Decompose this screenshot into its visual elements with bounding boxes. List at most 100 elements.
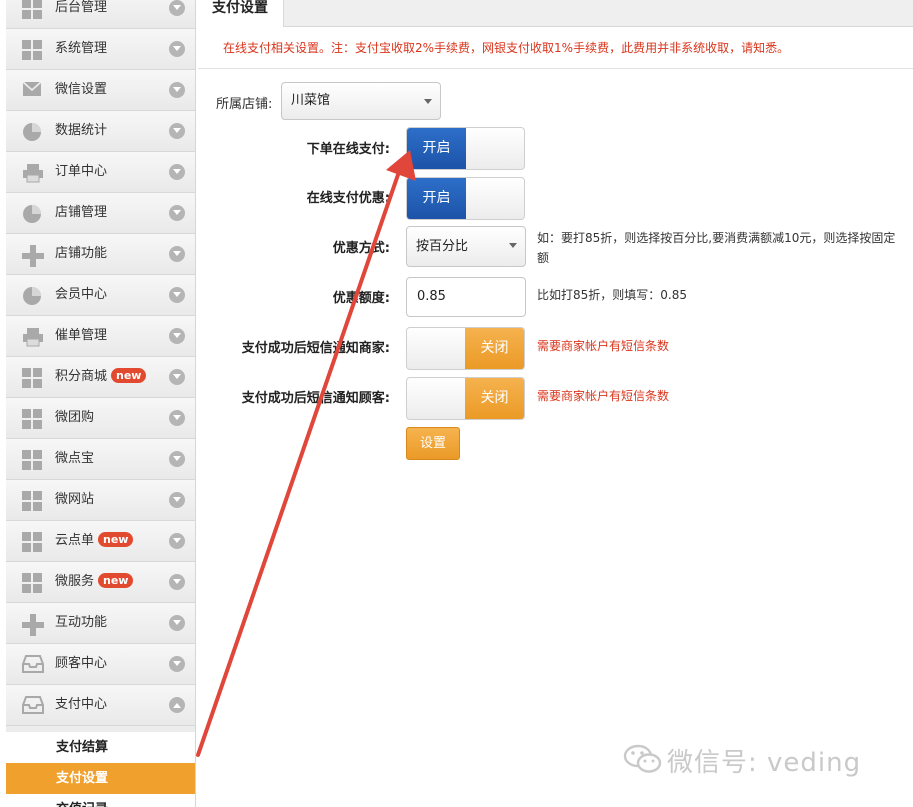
pie-chart-icon [22,286,42,306]
watermark-text: 微信号: veding [667,748,862,778]
sidebar-item[interactable]: 支付中心 [6,685,195,726]
chevron-down-icon[interactable] [169,164,185,180]
sms-merchant-toggle[interactable]: 关闭 [406,327,525,370]
sidebar-item-label: 数据统计 [55,123,108,138]
chevron-down-icon[interactable] [169,123,185,139]
grid-icon [22,491,42,511]
envelope-icon [22,81,42,101]
new-badge: new [98,532,134,547]
sidebar-item-label: 微团购 [55,410,95,425]
discount-mode-select[interactable]: 按百分比 [406,226,526,267]
store-select-value: 川菜馆 [291,93,331,108]
chevron-down-icon[interactable] [169,492,185,508]
sidebar-item-label: 店铺功能 [55,246,108,261]
chevron-down-icon[interactable] [169,287,185,303]
watermark: 微信号: veding [623,742,861,779]
sidebar-item[interactable]: 会员中心 [6,275,195,316]
chevron-down-icon[interactable] [169,205,185,221]
sms-merchant-label: 支付成功后短信通知商家: [241,341,390,356]
sidebar-item[interactable]: 云点单 new [6,521,195,562]
online-discount-label: 在线支付优惠: [306,191,390,206]
sidebar-item[interactable]: 店铺功能 [6,234,195,275]
sidebar-item[interactable]: 顾客中心 [6,644,195,685]
printer-icon [22,163,43,183]
grid-icon [22,0,42,19]
chevron-down-icon[interactable] [169,410,185,426]
chevron-down-icon[interactable] [169,574,185,590]
chevron-down-icon[interactable] [169,41,185,57]
wechat-logo-icon [623,744,662,773]
sidebar-item-label: 微网站 [55,492,95,507]
online-pay-toggle[interactable]: 开启 [406,127,525,170]
chevron-down-icon [509,243,517,248]
sidebar-item-label: 微信设置 [55,82,108,97]
sidebar-item[interactable]: 微网站 [6,480,195,521]
discount-amount-label: 优惠额度: [332,291,390,306]
sidebar-subitem[interactable]: 充值记录 [6,794,195,807]
chevron-down-icon[interactable] [169,369,185,385]
sidebar-item[interactable]: 微服务 new [6,562,195,603]
sidebar-item-label: 云点单 [55,533,95,548]
sidebar-item-label: 系统管理 [55,41,108,56]
sidebar: 后台管理系统管理微信设置数据统计订单中心店铺管理店铺功能会员中心催单管理积分商城… [6,0,196,807]
sidebar-item-label: 支付中心 [55,697,108,712]
new-badge: new [111,368,147,383]
chevron-down-icon[interactable] [169,656,185,672]
store-label: 所属店铺: [216,97,273,112]
sidebar-item-label: 店铺管理 [55,205,108,220]
chevron-up-icon[interactable] [169,697,185,713]
sidebar-subitem[interactable]: 支付结算 [6,732,195,764]
sidebar-item[interactable]: 订单中心 [6,152,195,193]
chevron-down-icon[interactable] [169,246,185,262]
sidebar-item[interactable]: 催单管理 [6,316,195,357]
sidebar-item[interactable]: 微信设置 [6,70,195,111]
sidebar-item[interactable]: 系统管理 [6,29,195,70]
online-discount-toggle[interactable]: 开启 [406,177,525,220]
sidebar-item-label: 会员中心 [55,287,108,302]
sidebar-item-label: 催单管理 [55,328,108,343]
sidebar-item[interactable]: 后台管理 [6,0,195,29]
save-settings-button[interactable]: 设置 [406,427,460,460]
sidebar-item-label: 后台管理 [55,0,108,15]
sidebar-item-label-wrap: 积分商城 new [55,368,147,386]
sidebar-subitem[interactable]: 支付设置 [6,763,195,795]
grid-icon [22,450,42,470]
payment-notice: 在线支付相关设置。注：支付宝收取2%手续费，网银支付收取1%手续费，此费用并非系… [223,41,790,55]
grid-icon [22,409,42,429]
chevron-down-icon[interactable] [169,533,185,549]
sidebar-item-label: 订单中心 [55,164,108,179]
chevron-down-icon [424,99,432,104]
sidebar-item-label: 微点宝 [55,451,95,466]
sidebar-item[interactable]: 微团购 [6,398,195,439]
discount-mode-value: 按百分比 [416,239,469,254]
sidebar-item[interactable]: 微点宝 [6,439,195,480]
chevron-down-icon[interactable] [169,0,185,16]
discount-amount-input[interactable]: 0.85 [406,277,526,317]
sidebar-item-label-wrap: 云点单 new [55,532,134,550]
sms-merchant-hint: 需要商家帐户有短信条数 [537,339,670,353]
grid-icon [22,40,42,60]
chevron-down-icon[interactable] [169,328,185,344]
pie-chart-icon [22,204,42,224]
printer-icon [22,327,43,347]
inbox-icon [22,696,44,716]
toggle-on-label: 开启 [407,128,466,169]
sidebar-item[interactable]: 互动功能 [6,603,195,644]
chevron-down-icon[interactable] [169,615,185,631]
grid-icon [22,368,42,388]
sidebar-item[interactable]: 积分商城 new [6,357,195,398]
chevron-down-icon[interactable] [169,451,185,467]
discount-mode-label: 优惠方式: [332,241,390,256]
tab-payment-settings[interactable]: 支付设置 [198,0,284,27]
sidebar-item[interactable]: 店铺管理 [6,193,195,234]
sidebar-item-label: 顾客中心 [55,656,108,671]
store-select[interactable]: 川菜馆 [281,82,441,120]
sms-customer-toggle[interactable]: 关闭 [406,377,525,420]
plus-icon [22,614,44,636]
chevron-down-icon[interactable] [169,82,185,98]
online-pay-label: 下单在线支付: [306,142,390,157]
plus-icon [22,245,44,267]
sidebar-item[interactable]: 数据统计 [6,111,195,152]
toggle-on-label: 开启 [407,178,466,219]
toggle-off-label: 关闭 [465,328,524,369]
